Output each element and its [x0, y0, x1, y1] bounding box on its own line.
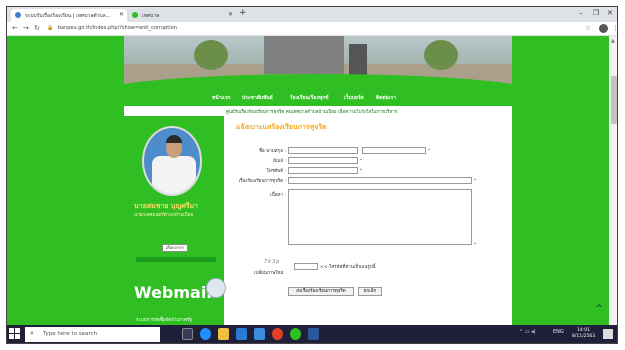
mayor-portrait: [142, 126, 202, 196]
notification-icon[interactable]: [603, 329, 613, 339]
tree-decoration: [424, 40, 458, 70]
menu-item-webboard[interactable]: เว็บบอร์ด: [344, 94, 364, 102]
tab-title: ระบบรับเรื่องร้องเรียน | เทศบาลตำบล...: [25, 13, 111, 19]
windows-taskbar: ⌕ Type here to search ⌃ ▭ ◂) ENG 14:01 8…: [7, 325, 617, 343]
required-mark: *: [428, 148, 430, 153]
notice-bar: ศูนย์รับเรื่องร้องเรียนการทุจริต คนเทศบา…: [124, 106, 512, 116]
lock-icon: 🔒: [47, 25, 54, 31]
address-bar-row: ← → ↻ 🔒 banpeu.go.th/index.php/?show=ant…: [7, 22, 617, 36]
screen: ระบบรับเรื่องร้องเรียน | เทศบาลตำบล... ✕…: [6, 6, 618, 344]
star-icon[interactable]: ☆: [585, 24, 591, 32]
clock-date: 8/11/2563: [572, 334, 596, 339]
file-explorer-icon[interactable]: [218, 328, 229, 340]
sidebar: นายสมชาย บุญศรีมา นายกเทศมนตรีตำบลบ้านเป…: [124, 116, 226, 325]
webmail-link[interactable]: Webmail: [134, 283, 212, 302]
first-name-input[interactable]: [288, 147, 358, 154]
search-placeholder: Type here to search: [43, 331, 98, 337]
site-container: หน้าแรก ประชาสัมพันธ์ ร้องเรียน/ร้องทุกข…: [124, 36, 512, 325]
procurement-link[interactable]: ระบบการจัดซื้อจัดจ้างภาครัฐ: [136, 316, 192, 323]
page-content: หน้าแรก ประชาสัมพันธ์ ร้องเรียน/ร้องทุกข…: [7, 36, 617, 325]
close-tab-icon[interactable]: ✕: [228, 11, 233, 18]
captcha-hint: <<-ใส่รหัสที่ท่านเห็นบนรูปนี้: [320, 265, 376, 270]
captcha-input[interactable]: [294, 263, 318, 270]
task-view-icon[interactable]: [182, 328, 193, 340]
url-field[interactable]: 🔒 banpeu.go.th/index.php/?show=anti_corr…: [47, 25, 177, 31]
submit-button[interactable]: ส่งเรื่องร้องเรียนการทุจริต: [288, 287, 354, 296]
main-menu: หน้าแรก ประชาสัมพันธ์ ร้องเรียน/ร้องทุกข…: [124, 90, 512, 106]
captcha-image: 7k3p: [264, 259, 281, 265]
cancel-button[interactable]: ยกเลิก: [358, 287, 382, 296]
language-indicator[interactable]: ENG: [553, 329, 564, 335]
menu-kebab-icon[interactable]: ⋮: [612, 24, 617, 32]
subject-label: เรื่องร้องเรียนการทุจริต :: [238, 179, 286, 184]
sidebar-strip: [136, 257, 216, 262]
email-input[interactable]: [288, 157, 358, 164]
menu-item-contact[interactable]: ติดต่อเรา: [376, 94, 396, 102]
complaint-form: แจ้งเบาะแสร้องเรียนการทุจริต ชื่อ-นามสกุ…: [228, 118, 512, 325]
word-icon[interactable]: [308, 328, 319, 340]
new-tab-icon[interactable]: +: [239, 8, 247, 18]
windows-start-icon[interactable]: [9, 328, 21, 340]
tree-decoration: [194, 40, 228, 70]
system-clock[interactable]: 14:01 8/11/2563: [572, 328, 595, 340]
name-label: ชื่อ-นามสกุล :: [258, 149, 286, 154]
store-icon[interactable]: [236, 328, 247, 340]
required-mark: *: [360, 158, 362, 163]
browser-tab[interactable]: เทศบาล ✕: [128, 9, 236, 22]
mail-icon[interactable]: [206, 278, 226, 298]
close-tab-icon[interactable]: ✕: [119, 11, 124, 18]
menu-item-complaint[interactable]: ร้องเรียน/ร้องทุกข์: [290, 94, 329, 102]
notice-text: ศูนย์รับเรื่องร้องเรียนการทุจริต คนเทศบา…: [226, 110, 398, 115]
phone-input[interactable]: [288, 167, 358, 174]
site-favicon-icon: [132, 12, 138, 18]
scroll-to-top-icon[interactable]: ⌃: [594, 302, 604, 316]
tab-title: เทศบาล: [142, 13, 160, 19]
site-favicon-icon: [15, 12, 21, 18]
browser-tab-bar: ระบบรับเรื่องร้องเรียน | เทศบาลตำบล... ✕…: [7, 7, 617, 22]
detail-label: เนื้อหา :: [270, 193, 286, 198]
edge-icon[interactable]: [200, 328, 211, 340]
mayor-title: นายกเทศมนตรีตำบลบ้านเปือย: [134, 213, 193, 218]
tray-icons[interactable]: ⌃ ▭ ◂): [519, 329, 536, 335]
required-mark: *: [474, 178, 476, 183]
menu-item-home[interactable]: หน้าแรก: [212, 94, 230, 102]
required-mark: *: [474, 242, 476, 247]
chrome-icon[interactable]: [272, 328, 283, 340]
detail-textarea[interactable]: [288, 189, 472, 245]
scroll-up-icon[interactable]: ▲: [611, 38, 615, 44]
taskbar-search[interactable]: ⌕ Type here to search: [25, 327, 160, 342]
email-label: อีเมล์ :: [273, 159, 286, 164]
back-arrow-icon[interactable]: ←: [12, 24, 18, 32]
url-text: banpeu.go.th/index.php/?show=anti_corrup…: [57, 25, 177, 31]
phone-label: โทรศัพท์ :: [266, 169, 286, 174]
reload-icon[interactable]: ↻: [34, 24, 40, 32]
search-icon: ⌕: [30, 329, 34, 337]
form-title: แจ้งเบาะแสร้องเรียนการทุจริต: [236, 123, 327, 131]
required-mark: *: [360, 168, 362, 173]
mail-app-icon[interactable]: [254, 328, 265, 340]
forward-arrow-icon[interactable]: →: [23, 24, 29, 32]
profile-avatar[interactable]: [599, 24, 608, 33]
maximize-icon[interactable]: ❐: [593, 9, 599, 17]
close-window-icon[interactable]: ✕: [607, 9, 613, 17]
subject-input[interactable]: [288, 177, 472, 184]
app-icon[interactable]: [290, 328, 301, 340]
banner-sign: [264, 36, 344, 74]
captcha-refresh-link[interactable]: เปลี่ยนภาพใหม่: [254, 269, 283, 276]
banner-post: [349, 44, 367, 78]
minimize-icon[interactable]: –: [579, 9, 583, 17]
site-banner: [124, 36, 512, 90]
menu-item-news[interactable]: ประชาสัมพันธ์: [242, 94, 273, 102]
scrollbar-thumb[interactable]: [611, 76, 617, 124]
last-name-input[interactable]: [362, 147, 426, 154]
language-button[interactable]: เลือกภาษา: [162, 244, 188, 252]
page-scrollbar[interactable]: ▲: [609, 36, 617, 325]
browser-tab-active[interactable]: ระบบรับเรื่องร้องเรียน | เทศบาลตำบล... ✕: [11, 9, 127, 22]
